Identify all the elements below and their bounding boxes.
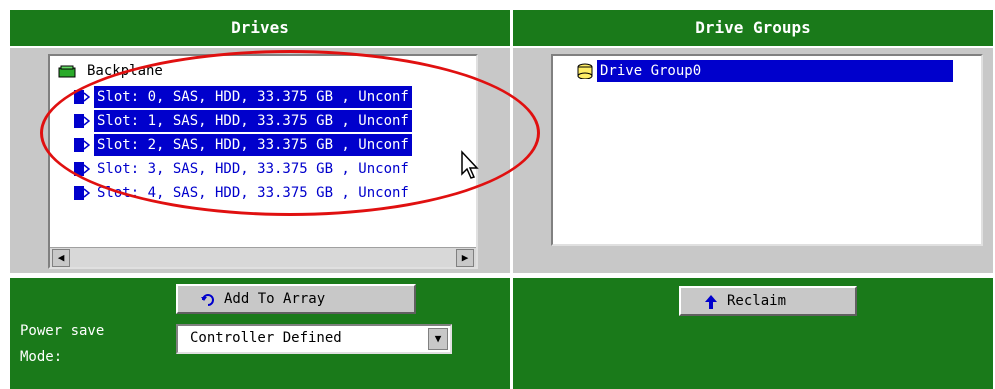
drives-pane: Backplane Slot: 0, SAS, HDD, 33.375 GB ,…: [10, 48, 510, 273]
power-save-mode-label: Mode:: [20, 349, 63, 365]
drive-groups-pane: Drive Group0: [513, 48, 993, 273]
reclaim-label: Reclaim: [727, 293, 787, 309]
drive-groups-title: Drive Groups: [695, 18, 811, 37]
drives-title: Drives: [231, 18, 289, 37]
reclaim-button[interactable]: Reclaim: [679, 286, 857, 316]
hdd-icon: [74, 138, 90, 152]
drives-controls: Add To Array Power save Mode: Controller…: [10, 278, 510, 389]
drive-groups-header: Drive Groups: [513, 10, 993, 46]
drives-tree[interactable]: Backplane Slot: 0, SAS, HDD, 33.375 GB ,…: [48, 54, 478, 269]
drives-horizontal-scrollbar[interactable]: ◀ ▶: [50, 247, 476, 267]
drive-groups-controls: Reclaim: [513, 278, 993, 389]
add-to-array-button[interactable]: Add To Array: [176, 284, 416, 314]
dropdown-arrow-icon[interactable]: ▼: [428, 328, 448, 350]
add-to-array-label: Add To Array: [224, 291, 326, 307]
drive-groups-tree[interactable]: Drive Group0: [551, 54, 983, 246]
scroll-left-arrow-icon[interactable]: ◀: [52, 249, 70, 267]
slot-2-label: Slot: 2, SAS, HDD, 33.375 GB , Unconf: [94, 134, 412, 156]
tree-node-backplane-label: Backplane: [87, 63, 163, 79]
mouse-pointer-icon: [461, 150, 479, 179]
slot-1-label: Slot: 1, SAS, HDD, 33.375 GB , Unconf: [94, 110, 412, 132]
power-save-label: Power save: [20, 323, 105, 339]
hdd-icon: [74, 114, 90, 128]
slot-4-label: Slot: 4, SAS, HDD, 33.375 GB , Unconf: [97, 185, 409, 201]
hdd-icon: [74, 162, 90, 176]
scroll-right-arrow-icon[interactable]: ▶: [456, 249, 474, 267]
backplane-icon: [58, 65, 76, 78]
drive-group-label: Drive Group0: [597, 60, 953, 82]
raid-config-window: Drives Drive Groups Backplane Slot: 0, S…: [0, 0, 995, 389]
hdd-icon: [74, 186, 90, 200]
hdd-icon: [74, 90, 90, 104]
power-save-mode-value: Controller Defined: [190, 330, 342, 346]
drives-header: Drives: [10, 10, 510, 46]
tree-node-drive-group-0[interactable]: Drive Group0: [575, 60, 975, 82]
slot-3-label: Slot: 3, SAS, HDD, 33.375 GB , Unconf: [97, 161, 409, 177]
undo-arrow-icon: [201, 294, 214, 306]
drive-group-icon: [577, 63, 593, 79]
slot-0-label: Slot: 0, SAS, HDD, 33.375 GB , Unconf: [94, 86, 412, 108]
power-save-mode-select[interactable]: Controller Defined ▼: [176, 324, 452, 354]
up-arrow-icon: [705, 295, 717, 309]
